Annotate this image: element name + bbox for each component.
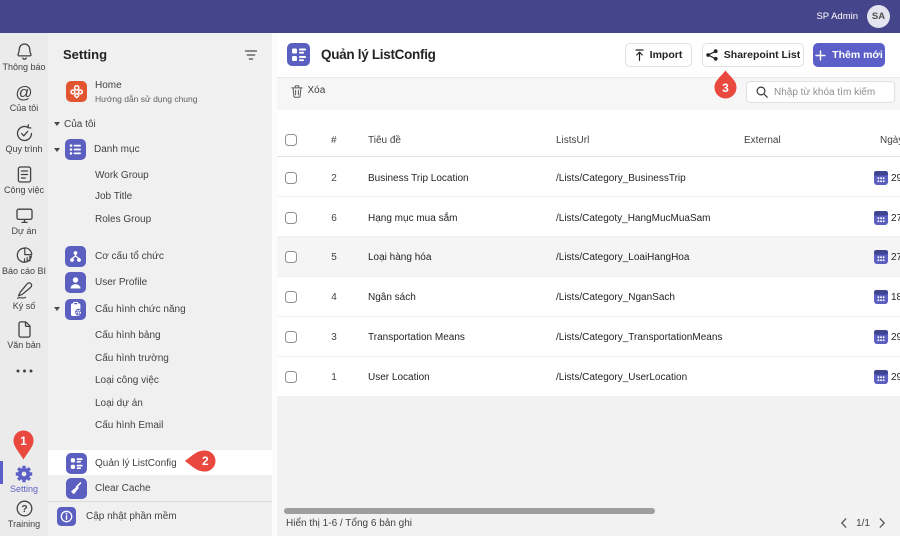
svg-text:3: 3 bbox=[722, 81, 729, 95]
svg-text:2: 2 bbox=[202, 454, 209, 468]
svg-text:?: ? bbox=[21, 504, 27, 515]
svg-text:1: 1 bbox=[20, 434, 27, 448]
